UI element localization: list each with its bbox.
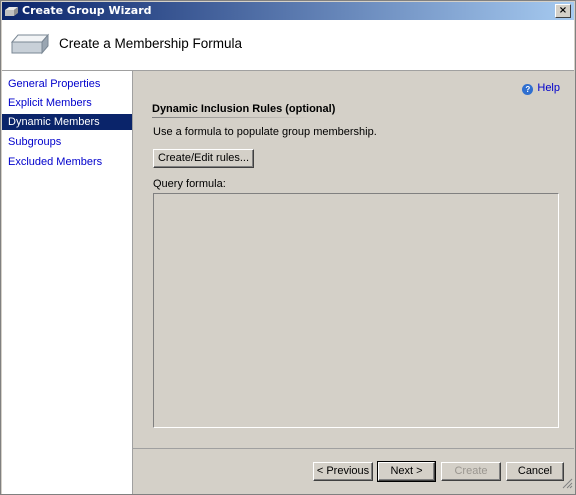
help-link[interactable]: ? Help	[522, 82, 560, 95]
nav-item-explicit-members[interactable]: Explicit Members	[2, 95, 132, 111]
app-icon	[5, 6, 18, 19]
section-title: Dynamic Inclusion Rules (optional)	[152, 103, 336, 115]
page-title: Create a Membership Formula	[59, 36, 243, 51]
cancel-button[interactable]: Cancel	[506, 462, 564, 481]
create-edit-rules-button[interactable]: Create/Edit rules...	[153, 149, 254, 168]
nav-item-dynamic-members[interactable]: Dynamic Members	[2, 114, 132, 130]
query-formula-label: Query formula:	[153, 178, 226, 190]
nav-item-general-properties[interactable]: General Properties	[2, 76, 132, 92]
resize-grip-icon[interactable]	[562, 478, 573, 492]
section-description: Use a formula to populate group membersh…	[153, 126, 377, 138]
help-label: Help	[537, 82, 560, 94]
wizard-nav: General Properties Explicit Members Dyna…	[2, 71, 133, 494]
wizard-window: Create Group Wizard × Create a Membershi…	[0, 0, 576, 495]
title-bar[interactable]: Create Group Wizard ×	[2, 2, 574, 20]
next-button[interactable]: Next >	[377, 461, 436, 482]
nav-item-subgroups[interactable]: Subgroups	[2, 134, 132, 150]
footer-divider	[133, 448, 574, 449]
wizard-banner-icon	[10, 30, 50, 59]
close-button[interactable]: ×	[555, 4, 571, 18]
content-pane: ? Help Dynamic Inclusion Rules (optional)…	[133, 71, 574, 448]
create-button[interactable]: Create	[441, 462, 501, 481]
help-icon: ?	[522, 84, 534, 95]
wizard-header: Create a Membership Formula	[2, 20, 574, 71]
previous-button[interactable]: < Previous	[313, 462, 373, 481]
nav-item-excluded-members[interactable]: Excluded Members	[2, 154, 132, 170]
window-title: Create Group Wizard	[22, 4, 152, 17]
section-divider	[152, 117, 312, 118]
query-formula-box[interactable]	[153, 193, 559, 428]
